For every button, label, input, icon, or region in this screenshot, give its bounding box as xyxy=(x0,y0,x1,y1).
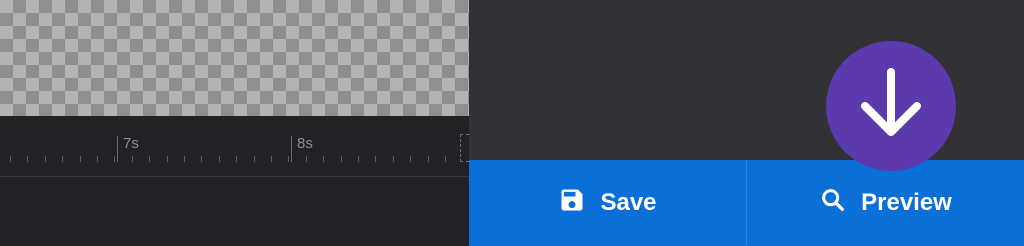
ruler-tick xyxy=(306,156,307,162)
timeline-ruler[interactable]: 7s 8s xyxy=(0,116,469,177)
ruler-tick xyxy=(254,156,255,162)
ruler-tick xyxy=(149,156,150,162)
ruler-tick xyxy=(167,156,168,162)
ruler-tick xyxy=(288,156,289,162)
save-button[interactable]: Save xyxy=(469,160,746,246)
ruler-tick xyxy=(428,156,429,162)
time-label-8s: 8s xyxy=(297,135,313,152)
preview-button-label: Preview xyxy=(861,189,952,216)
save-button-label: Save xyxy=(600,189,657,216)
search-icon xyxy=(819,186,861,221)
playhead-marker[interactable] xyxy=(460,134,469,162)
ruler-tick xyxy=(114,156,115,162)
arrow-down-icon xyxy=(849,62,933,151)
download-button[interactable] xyxy=(826,41,956,171)
ruler-tick xyxy=(132,156,133,162)
transparent-canvas-preview xyxy=(0,0,469,116)
ruler-major-tick xyxy=(117,136,118,162)
ruler-tick xyxy=(375,156,376,162)
ruler-tick xyxy=(323,156,324,162)
ruler-tick xyxy=(184,156,185,162)
save-icon xyxy=(558,186,600,221)
ruler-tick xyxy=(80,156,81,162)
ruler-tick xyxy=(201,156,202,162)
ruler-tick xyxy=(341,156,342,162)
timeline[interactable]: 7s 8s xyxy=(0,116,469,246)
ruler-tick xyxy=(393,156,394,162)
ruler-tick xyxy=(62,156,63,162)
ruler-tick xyxy=(236,156,237,162)
ruler-tick xyxy=(358,156,359,162)
ruler-tick xyxy=(271,156,272,162)
ruler-tick xyxy=(410,156,411,162)
ruler-tick xyxy=(97,156,98,162)
ruler-tick xyxy=(10,156,11,162)
ruler-tick xyxy=(445,156,446,162)
time-label-7s: 7s xyxy=(123,135,139,152)
ruler-tick xyxy=(45,156,46,162)
ruler-tick xyxy=(27,156,28,162)
action-bar: Save Preview xyxy=(469,160,1024,246)
preview-button[interactable]: Preview xyxy=(746,160,1024,246)
ruler-major-tick xyxy=(291,136,292,162)
ruler-tick xyxy=(219,156,220,162)
